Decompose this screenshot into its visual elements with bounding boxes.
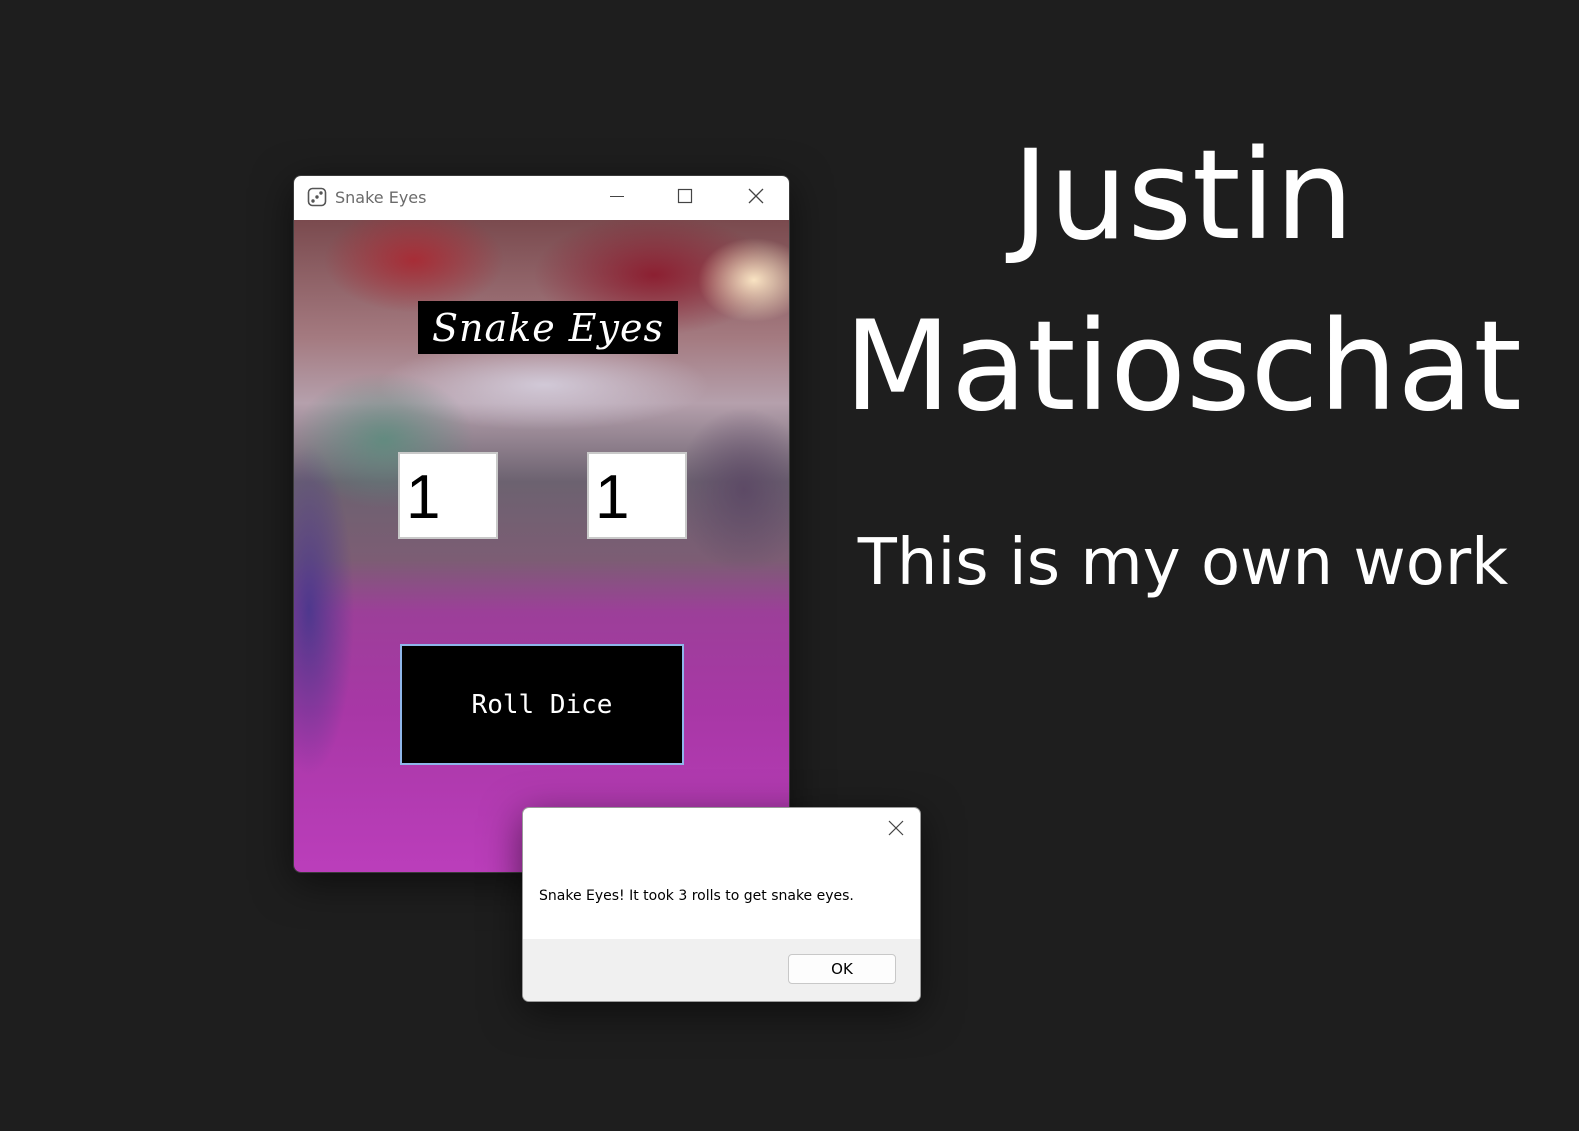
die-1-value: 1 xyxy=(398,452,498,539)
ok-button[interactable]: OK xyxy=(788,954,896,984)
author-last-name: Matioschat xyxy=(844,295,1522,439)
maximize-icon xyxy=(677,188,693,208)
close-icon xyxy=(887,819,905,841)
roll-dice-button[interactable]: Roll Dice xyxy=(400,644,684,765)
result-dialog: Snake Eyes! It took 3 rolls to get snake… xyxy=(522,807,921,1002)
maximize-button[interactable] xyxy=(655,176,715,220)
close-button[interactable] xyxy=(726,176,786,220)
game-area: Snake Eyes 1 1 Roll Dice xyxy=(294,220,789,872)
minimize-button[interactable] xyxy=(587,176,647,220)
die-2-value: 1 xyxy=(587,452,687,539)
window-title: Snake Eyes xyxy=(335,188,427,207)
authorship-statement: This is my own work xyxy=(857,526,1509,600)
dialog-close-button[interactable] xyxy=(882,816,910,844)
minimize-icon xyxy=(609,188,625,208)
dialog-footer: OK xyxy=(523,939,920,1001)
game-title: Snake Eyes xyxy=(432,305,664,350)
snake-eyes-window: Snake Eyes Snake Eyes 1 1 Roll Dice xyxy=(293,175,790,873)
title-bar[interactable]: Snake Eyes xyxy=(294,176,789,220)
dialog-message: Snake Eyes! It took 3 rolls to get snake… xyxy=(539,888,854,904)
author-first-name: Justin xyxy=(1012,124,1354,268)
dice-icon xyxy=(307,187,327,207)
close-icon xyxy=(747,187,765,209)
game-title-banner: Snake Eyes xyxy=(418,301,678,354)
